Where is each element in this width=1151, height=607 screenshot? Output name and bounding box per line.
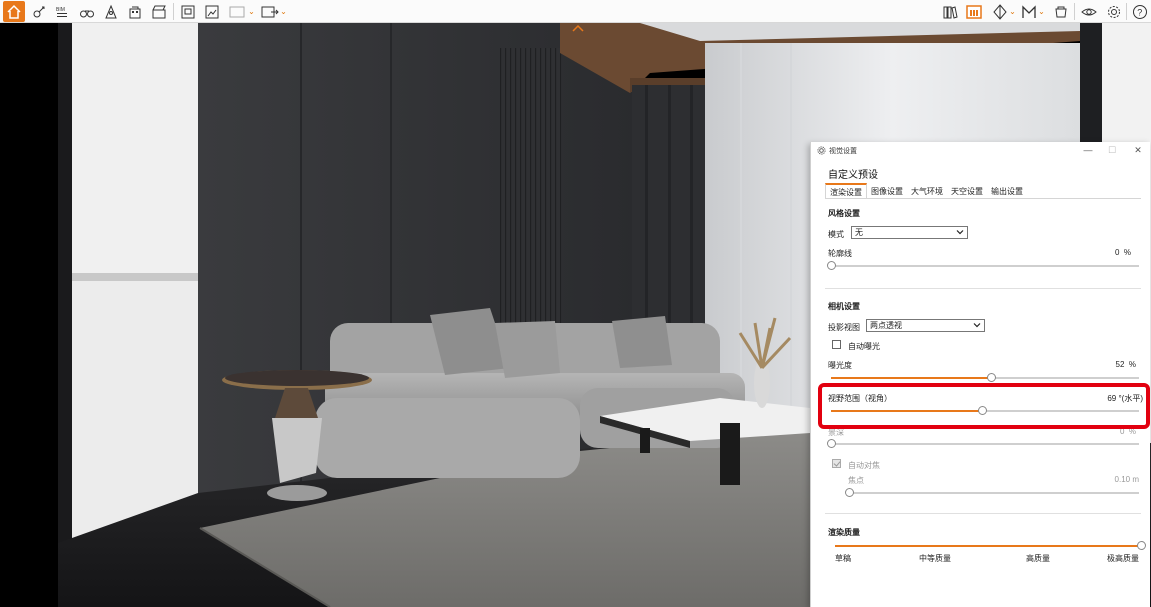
library-icon[interactable] — [940, 1, 960, 22]
pin-tool-icon[interactable] — [29, 1, 49, 22]
focus-label: 焦点 — [848, 476, 864, 485]
tab-atmosphere[interactable]: 大气环境 — [907, 183, 947, 199]
mirror-icon[interactable]: ⌄ — [1018, 1, 1048, 22]
outline-slider-handle[interactable] — [827, 261, 836, 270]
maximize-button[interactable]: ☐ — [1105, 144, 1119, 156]
exposure-slider[interactable] — [831, 373, 1139, 382]
app-window: BIM ⌄ ⌄ ⌄ ⌄ ? 视觉设置 — ☐ ✕ 自定义预设 渲染设置 图像设置… — [0, 0, 1151, 607]
render-panel-icon[interactable] — [964, 1, 984, 22]
outline-value: 0 % — [1114, 248, 1131, 257]
exposure-value: 52 % — [1115, 360, 1136, 369]
quality-section-heading: 渲染质量 — [828, 528, 860, 537]
projection-select[interactable]: 两点透视 — [866, 319, 985, 332]
material-icon[interactable] — [1050, 1, 1072, 22]
clapper-icon[interactable] — [149, 1, 169, 22]
section-icon[interactable]: ⌄ — [988, 1, 1020, 22]
render-doc-icon[interactable] — [178, 1, 198, 22]
building-icon[interactable] — [125, 1, 145, 22]
panel-titlebar[interactable]: 视觉设置 — ☐ ✕ — [811, 142, 1151, 158]
autofocus-label: 自动对焦 — [848, 461, 880, 470]
settings-icon[interactable] — [1104, 1, 1124, 22]
chevron-up-icon[interactable] — [571, 23, 585, 33]
tower-icon[interactable] — [101, 1, 121, 22]
tab-output-settings[interactable]: 输出设置 — [987, 183, 1027, 199]
bim-icon[interactable]: BIM — [53, 1, 71, 22]
help-icon[interactable]: ? — [1130, 1, 1150, 22]
dof-slider[interactable] — [827, 439, 1139, 448]
projection-label: 投影视图 — [828, 323, 860, 332]
close-button[interactable]: ✕ — [1131, 144, 1145, 156]
mode-select-value: 无 — [855, 228, 863, 237]
preset-title: 自定义预设 — [828, 170, 878, 181]
mode-label: 模式 — [828, 230, 844, 239]
frame-dropdown-icon[interactable]: ⌄ — [228, 1, 256, 22]
camera-section-heading: 相机设置 — [828, 302, 860, 311]
minimize-button[interactable]: — — [1081, 144, 1095, 156]
exposure-slider-handle[interactable] — [987, 373, 997, 382]
mode-select[interactable]: 无 — [851, 226, 968, 239]
chevron-down-icon — [956, 230, 964, 235]
exposure-label: 曝光度 — [828, 361, 852, 370]
quality-level-high: 高质量 — [1026, 554, 1050, 563]
panel-title: 视觉设置 — [829, 148, 857, 155]
main-toolbar: BIM ⌄ ⌄ ⌄ ⌄ ? — [0, 0, 1151, 23]
tab-render-settings[interactable]: 渲染设置 — [825, 183, 867, 199]
quality-level-medium: 中等质量 — [919, 554, 951, 563]
style-section-heading: 风格设置 — [828, 209, 860, 218]
chevron-down-icon — [973, 323, 981, 328]
tab-image-settings[interactable]: 图像设置 — [867, 183, 907, 199]
render-image-icon[interactable] — [202, 1, 222, 22]
dof-slider-handle[interactable] — [827, 439, 836, 448]
tab-sky-settings[interactable]: 天空设置 — [947, 183, 987, 199]
gear-icon — [817, 146, 826, 155]
export-dropdown-icon[interactable]: ⌄ — [260, 1, 288, 22]
outline-slider[interactable] — [827, 261, 1139, 270]
focus-slider-handle[interactable] — [845, 488, 854, 497]
focus-slider[interactable] — [845, 488, 1139, 497]
projection-select-value: 两点透视 — [870, 321, 902, 330]
quality-level-ultra: 极高质量 — [1107, 554, 1139, 563]
outline-label: 轮廓线 — [828, 249, 852, 258]
autofocus-checkbox[interactable] — [832, 459, 841, 468]
quality-level-draft: 草稿 — [835, 554, 851, 563]
binoculars-icon[interactable] — [77, 1, 97, 22]
settings-tabs: 渲染设置 图像设置 大气环境 天空设置 输出设置 — [825, 183, 1027, 199]
svg-text:BIM: BIM — [56, 7, 65, 13]
visual-settings-panel: 视觉设置 — ☐ ✕ 自定义预设 渲染设置 图像设置 大气环境 天空设置 输出设… — [810, 142, 1150, 607]
quality-slider[interactable] — [835, 541, 1146, 550]
svg-text:?: ? — [1137, 7, 1142, 17]
auto-exposure-checkbox[interactable] — [832, 340, 841, 349]
home-icon[interactable] — [3, 1, 25, 22]
auto-exposure-label: 自动曝光 — [848, 342, 880, 351]
quality-slider-handle[interactable] — [1137, 541, 1146, 550]
fov-highlight-box — [818, 383, 1150, 429]
focus-value: 0.10 m — [1114, 475, 1139, 484]
visibility-icon[interactable] — [1078, 1, 1100, 22]
